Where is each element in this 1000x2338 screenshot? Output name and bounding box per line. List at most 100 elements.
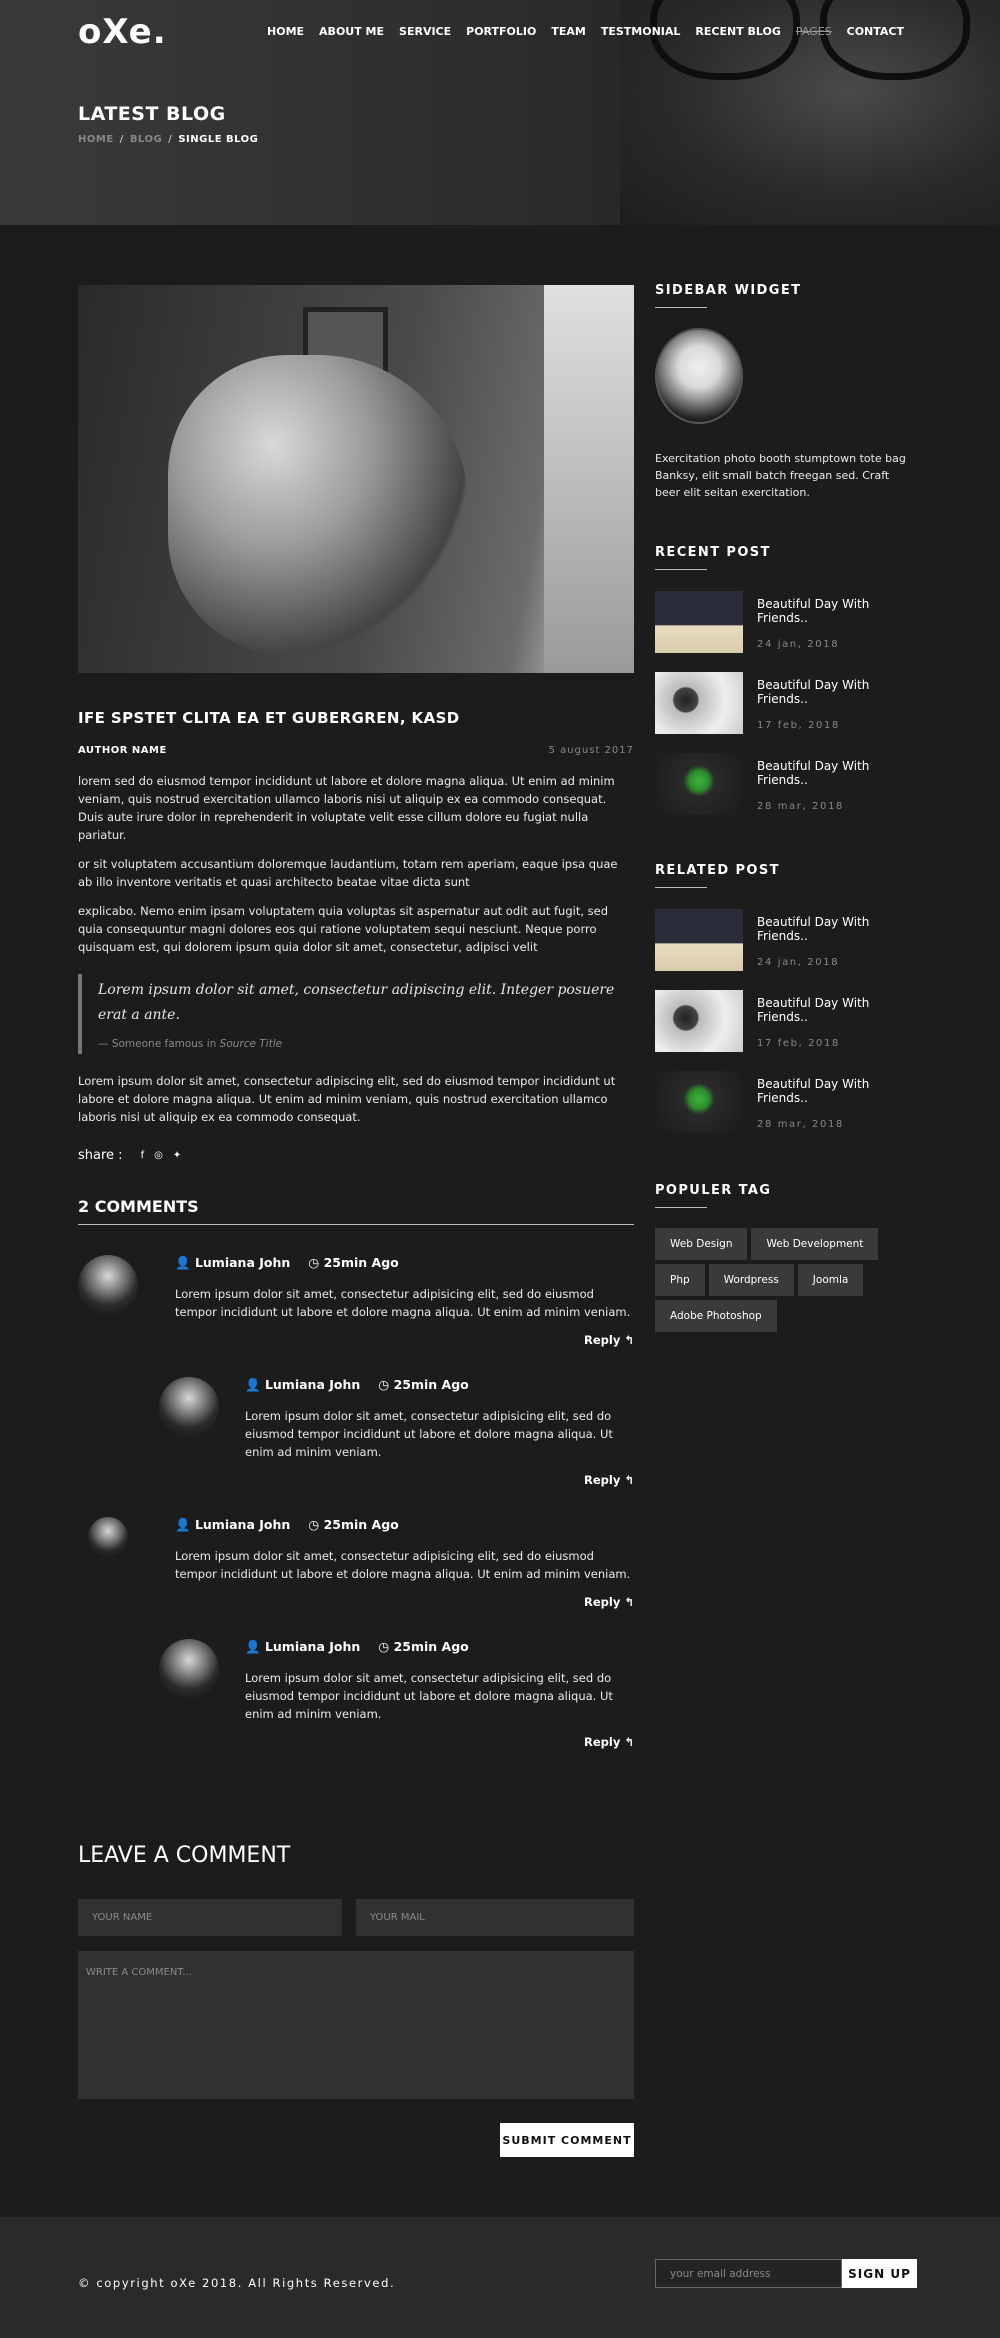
related-post-title[interactable]: Beautiful Day With Friends.. bbox=[757, 1077, 915, 1105]
nav-pages[interactable]: PAGES bbox=[796, 25, 832, 38]
share-bar: share : f ◎ ✦ bbox=[78, 1148, 634, 1163]
breadcrumb-home[interactable]: HOME bbox=[78, 134, 114, 145]
post-thumbnail[interactable] bbox=[655, 990, 743, 1052]
tag[interactable]: Adobe Photoshop bbox=[655, 1300, 777, 1332]
user-icon: 👤 bbox=[175, 1517, 191, 1532]
site-footer: © copyright oXe 2018. All Rights Reserve… bbox=[0, 2217, 1000, 2338]
clock-icon: ◷ bbox=[378, 1639, 390, 1654]
comment: 👤 Lumiana John ◷ 25min Ago Lorem ipsum do… bbox=[78, 1517, 634, 1609]
recent-post-title[interactable]: Beautiful Day With Friends.. bbox=[757, 759, 915, 787]
tag[interactable]: Web Design bbox=[655, 1228, 748, 1260]
post-thumbnail[interactable] bbox=[655, 672, 743, 734]
reply-button[interactable]: Reply ↰ bbox=[245, 1473, 634, 1487]
tag[interactable]: Web Development bbox=[751, 1228, 879, 1260]
leave-comment-heading: LEAVE A COMMENT bbox=[78, 1843, 291, 1868]
post-title: IFE SPSTET CLITA EA ET GUBERGREN, KASD bbox=[78, 709, 460, 727]
nav-contact[interactable]: CONTACT bbox=[847, 25, 904, 38]
comment-author: 👤 Lumiana John bbox=[175, 1255, 291, 1270]
comment-time: ◷ 25min Ago bbox=[308, 1255, 399, 1270]
tag-cloud: Web Design Web Development Php Wordpress… bbox=[655, 1228, 915, 1332]
breadcrumb-blog[interactable]: BLOG bbox=[130, 134, 162, 145]
recent-post-item[interactable]: Beautiful Day With Friends.. 28 mar, 2018 bbox=[655, 753, 915, 815]
newsletter-email-input[interactable]: your email address bbox=[655, 2259, 842, 2288]
comment-text: Lorem ipsum dolor sit amet, consectetur … bbox=[175, 1287, 631, 1319]
post-author[interactable]: AUTHOR NAME bbox=[78, 745, 167, 756]
recent-post-title[interactable]: Beautiful Day With Friends.. bbox=[757, 678, 915, 706]
avatar bbox=[159, 1377, 219, 1437]
reply-button[interactable]: Reply ↰ bbox=[175, 1595, 634, 1609]
quote-source: — Someone famous in Source Title bbox=[98, 1038, 283, 1050]
post-column: IFE SPSTET CLITA EA ET GUBERGREN, KASD A… bbox=[78, 285, 634, 1749]
nav-home[interactable]: HOME bbox=[267, 25, 304, 38]
tag[interactable]: Php bbox=[655, 1264, 705, 1296]
breadcrumb-current: SINGLE BLOG bbox=[178, 134, 259, 145]
clock-icon: ◷ bbox=[378, 1377, 390, 1392]
site-logo[interactable]: oXe. bbox=[78, 12, 167, 52]
comment-author: 👤 Lumiana John bbox=[245, 1377, 361, 1392]
popular-tag-heading: POPULER TAG bbox=[655, 1183, 915, 1208]
nav-about[interactable]: ABOUT ME bbox=[319, 25, 384, 38]
quote-text: Lorem ipsum dolor sit amet, consectetur … bbox=[98, 982, 615, 1023]
glasses-decoration bbox=[650, 0, 800, 80]
comment-reply: 👤 Lumiana John ◷ 25min Ago Lorem ipsum do… bbox=[78, 1377, 634, 1487]
post-paragraph: lorem sed do eiusmod tempor incididunt u… bbox=[78, 774, 615, 842]
recent-post-date: 28 mar, 2018 bbox=[757, 801, 844, 812]
name-input[interactable]: YOUR NAME bbox=[78, 1899, 342, 1936]
related-post-title[interactable]: Beautiful Day With Friends.. bbox=[757, 915, 915, 943]
related-post-item[interactable]: Beautiful Day With Friends.. 24 jan, 2018 bbox=[655, 909, 915, 971]
avatar bbox=[159, 1639, 219, 1699]
post-closing-paragraph: Lorem ipsum dolor sit amet, consectetur … bbox=[78, 1074, 616, 1124]
recent-post-item[interactable]: Beautiful Day With Friends.. 17 feb, 2018 bbox=[655, 672, 915, 734]
comment-author: 👤 Lumiana John bbox=[245, 1639, 361, 1654]
reply-button[interactable]: Reply ↰ bbox=[175, 1333, 634, 1347]
share-label: share : bbox=[78, 1148, 123, 1163]
reply-button[interactable]: Reply ↰ bbox=[245, 1735, 634, 1749]
nav-portfolio[interactable]: PORTFOLIO bbox=[466, 25, 536, 38]
sidebar-widget-heading: SIDEBAR WIDGET bbox=[655, 283, 915, 308]
twitter-icon[interactable]: ✦ bbox=[173, 1150, 181, 1161]
submit-comment-button[interactable]: SUBMIT COMMENT bbox=[500, 2123, 634, 2157]
comment-reply: 👤 Lumiana John ◷ 25min Ago Lorem ipsum do… bbox=[78, 1639, 634, 1749]
user-icon: 👤 bbox=[245, 1377, 261, 1392]
user-icon: 👤 bbox=[245, 1639, 261, 1654]
instagram-icon[interactable]: ◎ bbox=[154, 1150, 163, 1161]
sign-up-button[interactable]: SIGN UP bbox=[842, 2259, 917, 2288]
main-nav: HOME ABOUT ME SERVICE PORTFOLIO TEAM TES… bbox=[252, 25, 904, 38]
recent-post-item[interactable]: Beautiful Day With Friends.. 24 jan, 2018 bbox=[655, 591, 915, 653]
related-post-item[interactable]: Beautiful Day With Friends.. 28 mar, 2018 bbox=[655, 1071, 915, 1133]
comment-author: 👤 Lumiana John bbox=[175, 1517, 291, 1532]
quote-source-title: Source Title bbox=[219, 1038, 283, 1050]
breadcrumb: HOME / BLOG / SINGLE BLOG bbox=[78, 134, 259, 145]
nav-testimonial[interactable]: TESTMONIAL bbox=[601, 25, 681, 38]
avatar bbox=[78, 1255, 138, 1315]
nav-team[interactable]: TEAM bbox=[551, 25, 585, 38]
recent-post-title[interactable]: Beautiful Day With Friends.. bbox=[757, 597, 915, 625]
related-post-date: 24 jan, 2018 bbox=[757, 957, 840, 968]
comment-textarea[interactable]: WRITE A COMMENT... bbox=[78, 1951, 634, 2099]
post-thumbnail[interactable] bbox=[655, 753, 743, 815]
post-featured-image bbox=[78, 285, 634, 673]
nav-service[interactable]: SERVICE bbox=[399, 25, 451, 38]
page-header: oXe. HOME ABOUT ME SERVICE PORTFOLIO TEA… bbox=[0, 0, 1000, 225]
comment: 👤 Lumiana John ◷ 25min Ago Lorem ipsum do… bbox=[78, 1255, 634, 1347]
tag[interactable]: Wordpress bbox=[708, 1264, 794, 1296]
related-post-date: 17 feb, 2018 bbox=[757, 1038, 840, 1049]
recent-post-date: 24 jan, 2018 bbox=[757, 639, 840, 650]
post-paragraph: or sit voluptatem accusantium doloremque… bbox=[78, 857, 618, 889]
clock-icon: ◷ bbox=[308, 1517, 320, 1532]
related-post-item[interactable]: Beautiful Day With Friends.. 17 feb, 2018 bbox=[655, 990, 915, 1052]
nav-recent-blog[interactable]: RECENT BLOG bbox=[695, 25, 781, 38]
facebook-icon[interactable]: f bbox=[141, 1150, 145, 1161]
tag[interactable]: Joomla bbox=[797, 1264, 864, 1296]
post-meta: AUTHOR NAME 5 august 2017 bbox=[78, 745, 634, 756]
post-thumbnail[interactable] bbox=[655, 591, 743, 653]
comment-text: Lorem ipsum dolor sit amet, consectetur … bbox=[245, 1409, 613, 1459]
post-thumbnail[interactable] bbox=[655, 1071, 743, 1133]
glasses-decoration bbox=[820, 0, 970, 80]
post-thumbnail[interactable] bbox=[655, 909, 743, 971]
mail-input[interactable]: YOUR MAIL bbox=[356, 1899, 634, 1936]
author-avatar bbox=[655, 328, 743, 424]
comment-text: Lorem ipsum dolor sit amet, consectetur … bbox=[175, 1549, 631, 1581]
comment-time: ◷ 25min Ago bbox=[378, 1639, 469, 1654]
related-post-title[interactable]: Beautiful Day With Friends.. bbox=[757, 996, 915, 1024]
